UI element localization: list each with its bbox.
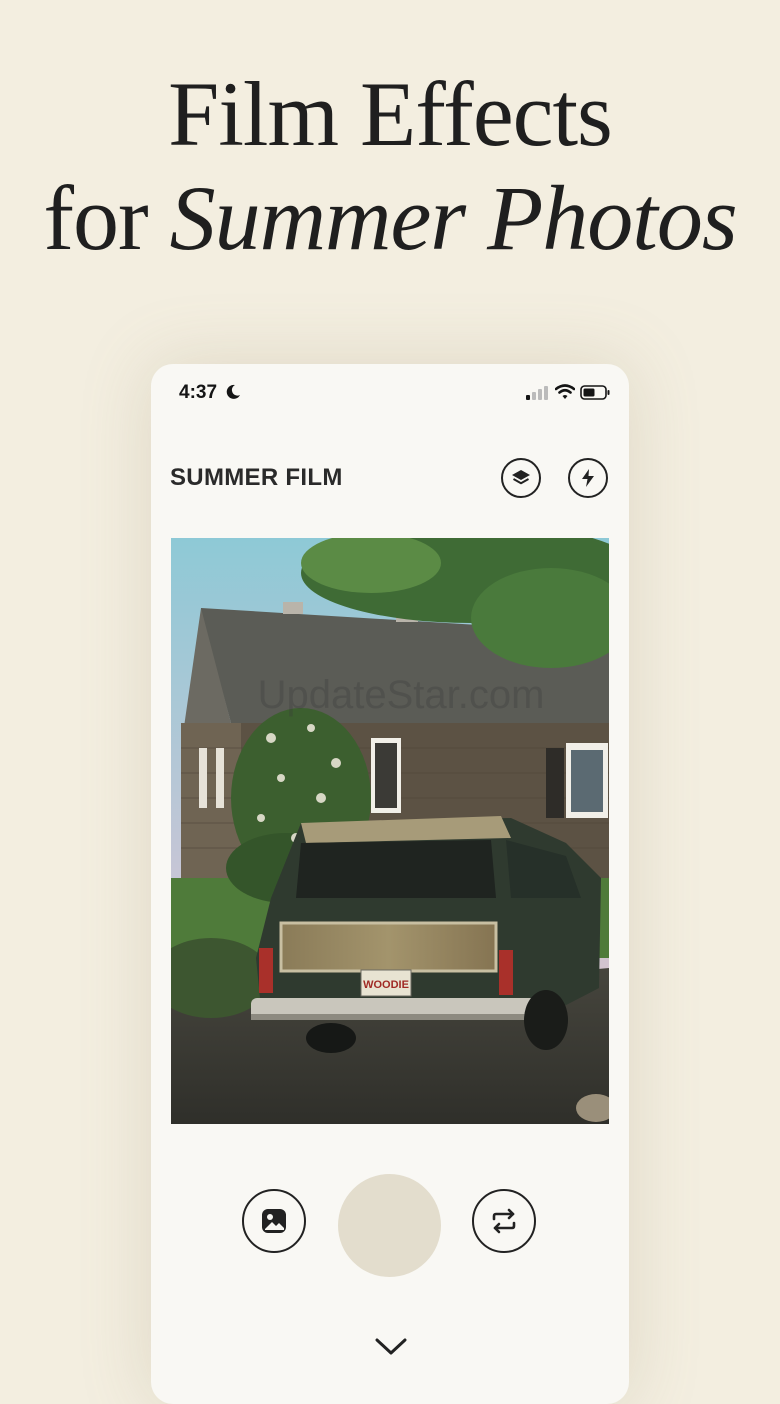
status-bar: 4:37 bbox=[151, 364, 629, 422]
switch-camera-button[interactable] bbox=[472, 1189, 536, 1253]
license-plate-text: WOODIE bbox=[363, 979, 409, 991]
headline-line-2: for Summer Photos bbox=[0, 166, 780, 270]
phone-screen: 4:37 SUMMER FILM WOODIE UpdateStar.com bbox=[151, 364, 629, 1404]
chevron-down-icon[interactable] bbox=[373, 1334, 409, 1358]
headline-prefix: for bbox=[43, 167, 148, 269]
layers-icon bbox=[512, 470, 530, 485]
layers-button[interactable] bbox=[501, 458, 541, 498]
watermark: UpdateStar.com bbox=[257, 673, 545, 717]
moon-icon bbox=[226, 384, 240, 399]
photo-preview[interactable]: WOODIE UpdateStar.com bbox=[171, 538, 609, 1124]
headline: Film Effects for Summer Photos bbox=[0, 62, 780, 270]
wifi-icon bbox=[555, 384, 575, 399]
battery-icon bbox=[580, 385, 610, 400]
cellular-signal-icon bbox=[526, 386, 548, 400]
status-time: 4:37 bbox=[179, 382, 218, 403]
shutter-button[interactable] bbox=[338, 1174, 441, 1277]
gallery-icon bbox=[262, 1209, 286, 1233]
app-title: SUMMER FILM bbox=[170, 464, 343, 491]
flash-icon bbox=[582, 469, 594, 487]
photo-scene: WOODIE bbox=[171, 538, 609, 1124]
gallery-button[interactable] bbox=[242, 1189, 306, 1253]
flash-button[interactable] bbox=[568, 458, 608, 498]
headline-italic: Summer Photos bbox=[169, 167, 738, 269]
headline-line-1: Film Effects bbox=[168, 63, 613, 165]
switch-camera-icon bbox=[492, 1208, 516, 1234]
